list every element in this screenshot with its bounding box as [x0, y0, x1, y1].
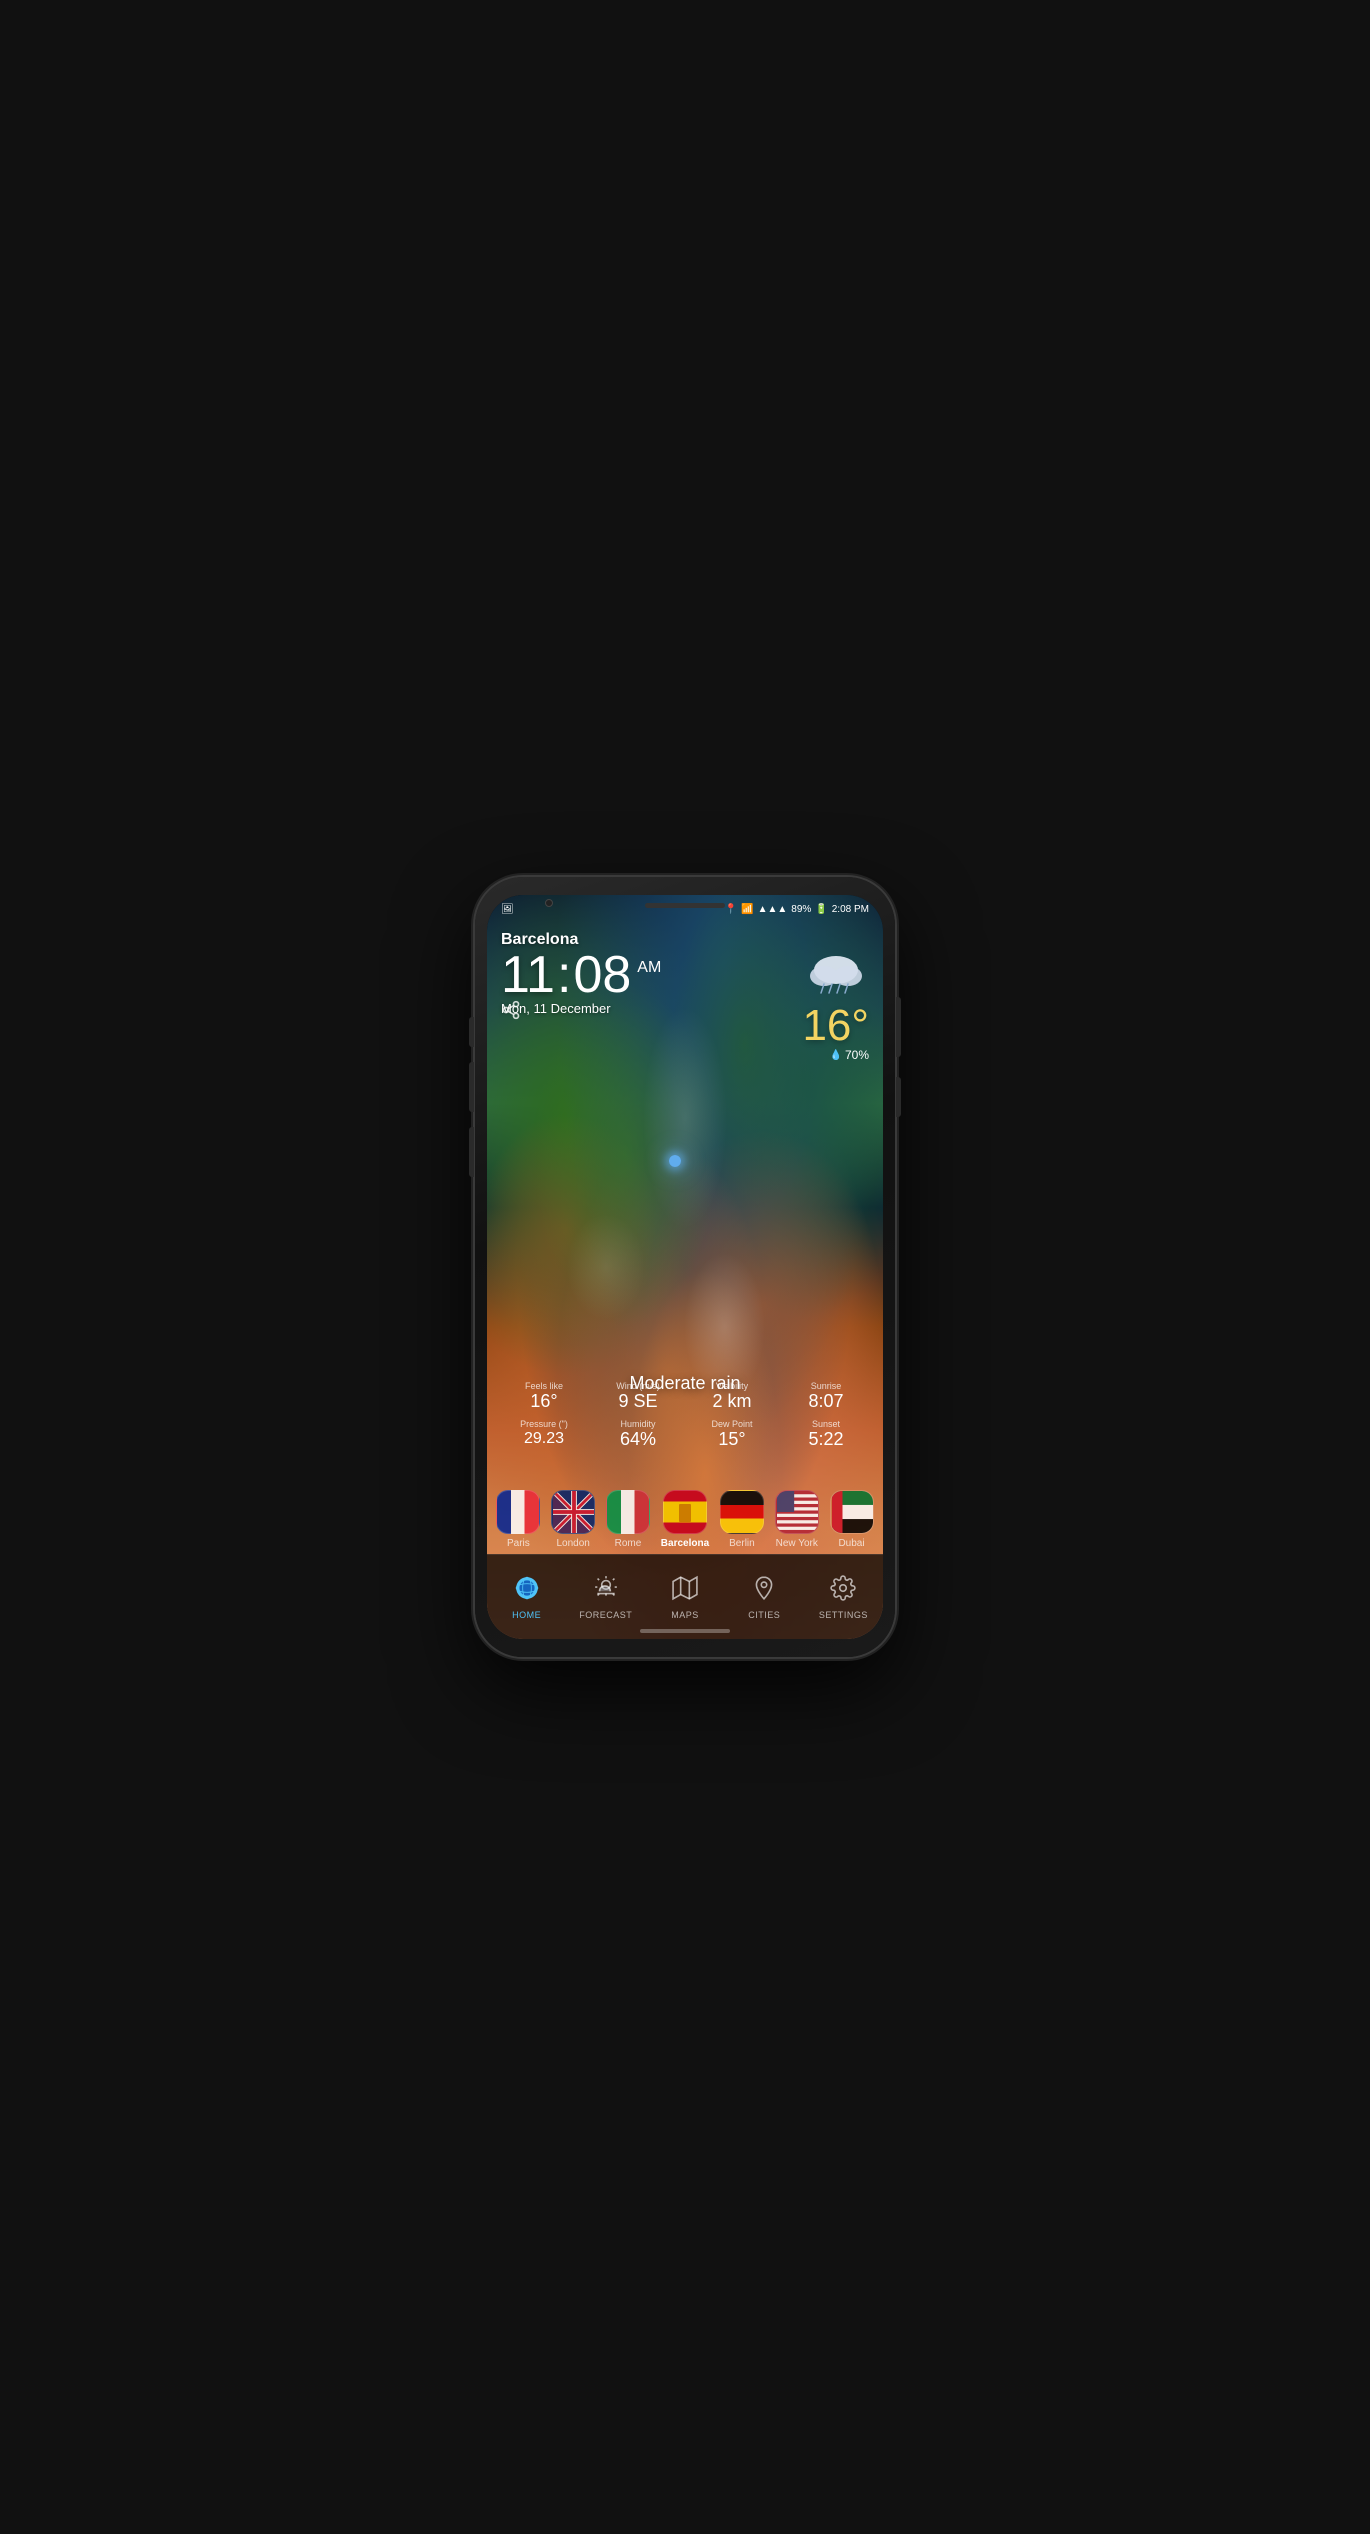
stat-label-wind: Wind (m/s) — [593, 1381, 683, 1392]
humidity-display: 💧 70% — [802, 1048, 869, 1062]
city-label-rome: Rome — [615, 1538, 642, 1549]
nav-forecast[interactable]: FORECAST — [566, 1574, 645, 1620]
city-label-dubai: Dubai — [838, 1538, 864, 1549]
weather-cloud-icon — [802, 950, 869, 1000]
city-london[interactable]: London — [551, 1490, 595, 1549]
earpiece-speaker — [645, 903, 725, 908]
city-paris[interactable]: Paris — [496, 1490, 540, 1549]
flag-germany — [720, 1490, 764, 1534]
stat-value-humidity: 64% — [593, 1430, 683, 1450]
gallery-icon: 🖼 — [501, 904, 514, 915]
bottom-navigation: HOME FORECAST — [487, 1554, 883, 1639]
stat-label-pressure: Pressure (") — [499, 1419, 589, 1430]
city-rome[interactable]: Rome — [606, 1490, 650, 1549]
flag-france — [496, 1490, 540, 1534]
time-hour: 11 — [501, 949, 555, 1001]
time-colon: : — [557, 949, 571, 1001]
location-icon: 📍 — [725, 904, 737, 915]
stat-value-feels-like: 16° — [499, 1392, 589, 1412]
nav-cities[interactable]: CITIES — [725, 1575, 804, 1620]
stat-value-dew-point: 15° — [687, 1430, 777, 1450]
stat-pressure: Pressure (") 29.23 — [497, 1415, 591, 1454]
phone-device: 🖼 📍 📶 ▲▲▲ 89% 🔋 2:08 PM Barcelona 11 : 0… — [475, 877, 895, 1657]
stat-dew-point: Dew Point 15° — [685, 1415, 779, 1454]
wifi-icon: 📶 — [741, 904, 753, 915]
maps-icon — [672, 1575, 698, 1606]
volume-up-button[interactable] — [469, 1017, 474, 1047]
settings-icon — [830, 1575, 856, 1606]
stat-value-pressure: 29.23 — [499, 1430, 589, 1448]
forecast-icon — [593, 1574, 619, 1606]
stat-value-visibility: 2 km — [687, 1392, 777, 1412]
cities-row: Paris — [487, 1490, 883, 1549]
stat-label-visibility: Visibility — [687, 1381, 777, 1392]
nav-label-cities: CITIES — [748, 1610, 780, 1620]
nav-label-forecast: FORECAST — [579, 1610, 632, 1620]
nav-label-settings: SETTINGS — [819, 1610, 868, 1620]
stat-label-sunrise: Sunrise — [781, 1381, 871, 1392]
clock-status: 2:08 PM — [832, 904, 869, 915]
flag-uk — [551, 1490, 595, 1534]
temperature-display: 16° — [802, 1004, 869, 1048]
volume-down-button[interactable] — [469, 1062, 474, 1112]
nav-home[interactable]: HOME — [487, 1575, 566, 1620]
nav-settings[interactable]: SETTINGS — [804, 1575, 883, 1620]
battery-percent: 89% — [791, 904, 811, 915]
battery-icon: 🔋 — [815, 904, 827, 915]
time-ampm: AM — [637, 959, 661, 977]
stat-label-feels-like: Feels like — [499, 1381, 589, 1392]
stat-value-sunrise: 8:07 — [781, 1392, 871, 1412]
nav-label-home: HOME — [512, 1610, 541, 1620]
city-newyork[interactable]: New York — [775, 1490, 819, 1549]
front-camera — [545, 899, 553, 907]
nav-maps[interactable]: MAPS — [645, 1575, 724, 1620]
city-label-london: London — [557, 1538, 590, 1549]
home-icon — [514, 1575, 540, 1606]
stat-feels-like: Feels like 16° — [497, 1377, 591, 1416]
raindrop-icon: 💧 — [830, 1050, 842, 1061]
cities-icon — [751, 1575, 777, 1606]
flag-italy — [606, 1490, 650, 1534]
humidity-value: 70% — [845, 1048, 869, 1062]
city-label-paris: Paris — [507, 1538, 530, 1549]
weather-stats-grid: Feels like 16° Wind (m/s) 9 SE Visibilit… — [487, 1377, 883, 1454]
stat-sunrise: Sunrise 8:07 — [779, 1377, 873, 1416]
stat-value-sunset: 5:22 — [781, 1430, 871, 1450]
stat-value-wind: 9 SE — [593, 1392, 683, 1412]
city-label-barcelona: Barcelona — [661, 1538, 709, 1549]
share-icon[interactable] — [501, 1000, 521, 1025]
nav-label-maps: MAPS — [671, 1610, 699, 1620]
flag-uae — [830, 1490, 874, 1534]
phone-screen: 🖼 📍 📶 ▲▲▲ 89% 🔋 2:08 PM Barcelona 11 : 0… — [487, 895, 883, 1639]
stat-wind: Wind (m/s) 9 SE — [591, 1377, 685, 1416]
stat-sunset: Sunset 5:22 — [779, 1415, 873, 1454]
city-dubai[interactable]: Dubai — [830, 1490, 874, 1549]
status-right-icons: 📍 📶 ▲▲▲ 89% 🔋 2:08 PM — [725, 904, 869, 915]
stat-humidity: Humidity 64% — [591, 1415, 685, 1454]
city-label-newyork: New York — [776, 1538, 818, 1549]
time-minute: 08 — [573, 949, 631, 1001]
home-indicator[interactable] — [640, 1629, 730, 1633]
signal-icon: ▲▲▲ — [758, 904, 788, 915]
weather-right-section: 16° 💧 70% — [802, 950, 869, 1062]
city-berlin[interactable]: Berlin — [720, 1490, 764, 1549]
power-button-left[interactable] — [469, 1127, 474, 1177]
city-label-berlin: Berlin — [729, 1538, 755, 1549]
stat-visibility: Visibility 2 km — [685, 1377, 779, 1416]
flag-usa — [775, 1490, 819, 1534]
city-barcelona[interactable]: Barcelona — [661, 1490, 709, 1549]
status-left-icons: 🖼 — [501, 904, 514, 915]
flag-spain — [663, 1490, 707, 1534]
